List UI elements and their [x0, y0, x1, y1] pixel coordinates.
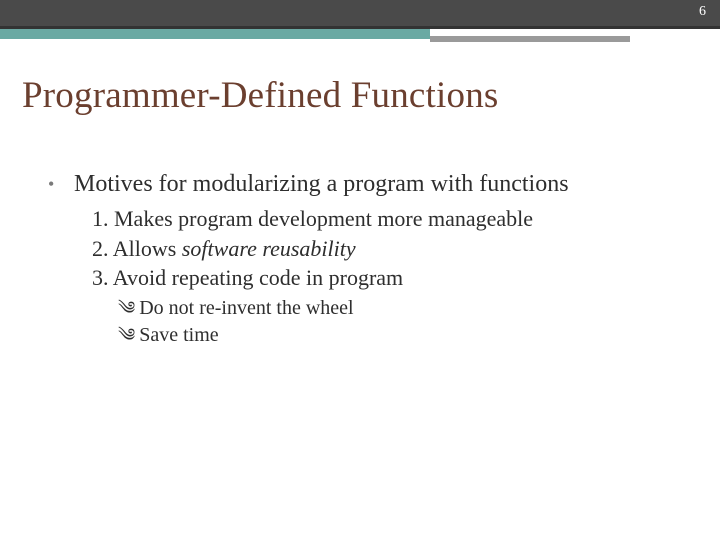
sub-bullet-list: ༄ Do not re-invent the wheel ༄ Save time [118, 295, 680, 349]
numbered-item-3: 3. Avoid repeating code in program [92, 264, 680, 293]
flourish-icon: ༄ [118, 296, 135, 320]
sub-bullet-2-text: Save time [139, 322, 218, 349]
slide-body: • Motives for modularizing a program wit… [48, 169, 680, 349]
sub-bullet-1-text: Do not re-invent the wheel [139, 295, 353, 322]
sub-bullet-2: ༄ Save time [118, 322, 680, 349]
accent-grey-bar [430, 36, 630, 42]
accent-teal-bar [0, 29, 430, 39]
accent-strip [0, 26, 720, 56]
numbered-item-2-emph: software reusability [182, 236, 356, 261]
sub-bullet-1: ༄ Do not re-invent the wheel [118, 295, 680, 322]
bullet-item: • Motives for modularizing a program wit… [48, 169, 680, 199]
numbered-item-2-prefix: 2. Allows [92, 236, 182, 261]
numbered-item-2: 2. Allows software reusability [92, 235, 680, 264]
header-bar: 6 [0, 0, 720, 26]
flourish-icon: ༄ [118, 323, 135, 347]
bullet-text: Motives for modularizing a program with … [74, 169, 680, 199]
page-number: 6 [699, 4, 706, 20]
bullet-marker: • [48, 169, 74, 199]
numbered-item-1: 1. Makes program development more manage… [92, 205, 680, 234]
numbered-list: 1. Makes program development more manage… [92, 205, 680, 293]
slide-title: Programmer-Defined Functions [22, 74, 720, 117]
